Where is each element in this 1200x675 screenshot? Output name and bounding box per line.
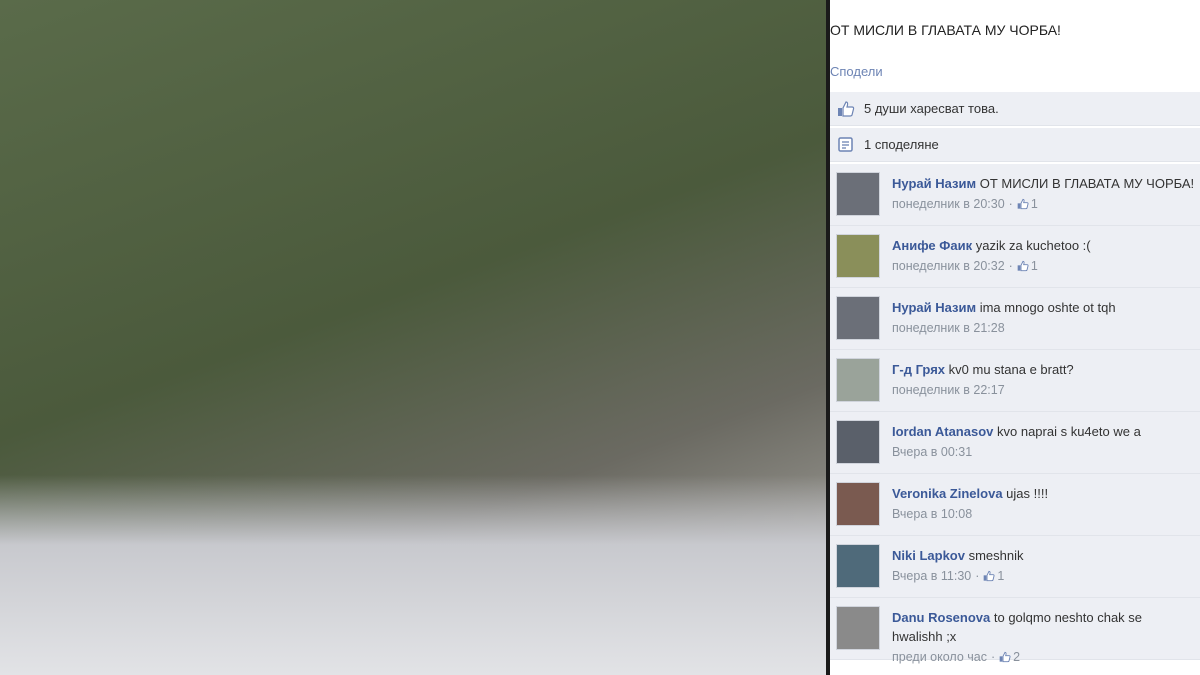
comment-item: Iordan Atanasov kvo naprai s ku4eto we a… [830,412,1200,474]
likes-text[interactable]: 5 души харесват това. [864,101,999,116]
comment-author[interactable]: Niki Lapkov [892,548,965,563]
comment-item: Veronika Zinelova ujas !!!! Вчера в 10:0… [830,474,1200,536]
comment-author[interactable]: Нурай Назим [892,176,976,191]
comment-meta: понеделник в 22:17 [892,381,1196,400]
share-link[interactable]: Сподели [830,64,883,79]
comment-text: yazik za kuchetoo :( [975,238,1091,253]
comment-meta: Вчера в 00:31 [892,443,1196,462]
comment-text: ujas !!!! [1006,486,1049,501]
like-icon[interactable] [983,569,995,588]
comment-item: Анифе Фаик yazik za kuchetoo :( понеделн… [830,226,1200,288]
thumbs-up-icon [836,99,856,119]
comment-author[interactable]: Iordan Atanasov [892,424,993,439]
comment-like-count: 1 [1030,197,1038,211]
avatar[interactable] [836,482,880,526]
post-photo[interactable] [0,0,826,675]
comment-author[interactable]: Анифе Фаик [892,238,972,253]
share-icon [836,135,856,155]
comment-text: kv0 mu stana e bratt? [948,362,1074,377]
comment-author[interactable]: Danu Rosenova [892,610,990,625]
comment-time[interactable]: Вчера в 00:31 [892,445,972,459]
comment-like-count: 2 [1013,650,1021,664]
comment-text: kvo naprai s ku4eto we a [997,424,1141,439]
comment-time[interactable]: понеделник в 20:30 [892,197,1005,211]
comment-list: Нурай Назим ОТ МИСЛИ В ГЛАВАТА МУ ЧОРБА!… [830,164,1200,664]
comment-time[interactable]: преди около час [892,650,987,664]
comment-like-count: 1 [997,569,1005,583]
comment-time[interactable]: Вчера в 10:08 [892,507,972,521]
avatar[interactable] [836,358,880,402]
comment-body: Iordan Atanasov kvo naprai s ku4eto we a… [892,422,1196,462]
comment-item: Г-д Грях kv0 mu stana e bratt? понеделни… [830,350,1200,412]
photo-snow-region [0,475,826,675]
comment-meta: Вчера в 10:08 [892,505,1196,524]
comment-body: Danu Rosenova to golqmo neshto chak se h… [892,608,1196,669]
avatar[interactable] [836,420,880,464]
comments-panel: ОТ МИСЛИ В ГЛАВАТА МУ ЧОРБА! Сподели 5 д… [830,0,1200,675]
comment-body: Veronika Zinelova ujas !!!! Вчера в 10:0… [892,484,1196,524]
avatar[interactable] [836,544,880,588]
comment-body: Анифе Фаик yazik za kuchetoo :( понеделн… [892,236,1196,278]
like-icon[interactable] [1017,259,1029,278]
comment-time[interactable]: Вчера в 11:30 [892,569,971,583]
shares-summary-row[interactable]: 1 споделяне [830,128,1200,162]
comment-text: smeshnik [968,548,1024,563]
comment-time[interactable]: понеделник в 22:17 [892,383,1005,397]
comment-meta: понеделник в 20:32 · 1 [892,257,1196,278]
comment-like-count: 1 [1030,259,1038,273]
comment-body: Нурай Назим ima mnogo oshte ot tqh понед… [892,298,1196,338]
like-icon[interactable] [1017,197,1029,216]
comment-item: Нурай Назим ОТ МИСЛИ В ГЛАВАТА МУ ЧОРБА!… [830,164,1200,226]
comment-text: ima mnogo oshte ot tqh [979,300,1116,315]
comment-body: Г-д Грях kv0 mu stana e bratt? понеделни… [892,360,1196,400]
comment-text: ОТ МИСЛИ В ГЛАВАТА МУ ЧОРБА! [979,176,1195,191]
comment-meta: преди около час · 2 [892,648,1196,669]
comment-time[interactable]: понеделник в 21:28 [892,321,1005,335]
comment-time[interactable]: понеделник в 20:32 [892,259,1005,273]
like-icon[interactable] [999,650,1011,669]
avatar[interactable] [836,296,880,340]
comment-meta: понеделник в 20:30 · 1 [892,195,1196,216]
comment-body: Niki Lapkov smeshnik Вчера в 11:30 · 1 [892,546,1196,588]
comment-meta: Вчера в 11:30 · 1 [892,567,1196,588]
shares-text[interactable]: 1 споделяне [864,137,939,152]
comment-author[interactable]: Г-д Грях [892,362,945,377]
comment-item: Нурай Назим ima mnogo oshte ot tqh понед… [830,288,1200,350]
avatar[interactable] [836,172,880,216]
comment-author[interactable]: Нурай Назим [892,300,976,315]
likes-count-text: 5 души харесват това. [864,101,999,116]
comment-body: Нурай Назим ОТ МИСЛИ В ГЛАВАТА МУ ЧОРБА!… [892,174,1196,216]
comment-item: Danu Rosenova to golqmo neshto chak se h… [830,598,1200,664]
comment-item: Niki Lapkov smeshnik Вчера в 11:30 · 1 [830,536,1200,598]
avatar[interactable] [836,234,880,278]
likes-summary-row[interactable]: 5 души харесват това. [830,92,1200,126]
post-text: ОТ МИСЛИ В ГЛАВАТА МУ ЧОРБА! [830,22,1061,38]
avatar[interactable] [836,606,880,650]
comment-meta: понеделник в 21:28 [892,319,1196,338]
comment-author[interactable]: Veronika Zinelova [892,486,1003,501]
